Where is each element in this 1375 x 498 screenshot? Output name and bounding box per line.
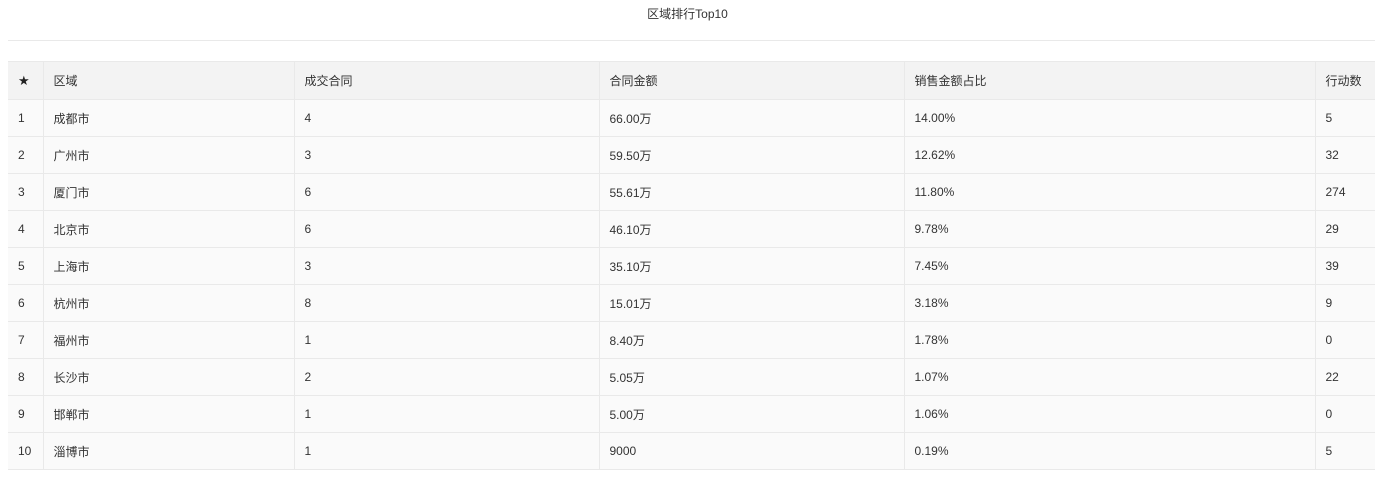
cell-actions: 5 [1315,432,1375,470]
cell-deals: 3 [294,136,600,174]
cell-rank: 1 [8,99,44,137]
cell-actions: 0 [1315,395,1375,433]
cell-deals: 2 [294,358,600,396]
table-row[interactable]: 3 厦门市 6 55.61万 11.80% 274 [8,173,1375,211]
header-region[interactable]: 区域 [43,61,295,100]
table-header: ★ 区域 成交合同 合同金额 销售金额占比 行动数 [8,61,1375,100]
cell-share: 0.19% [904,432,1316,470]
cell-rank: 2 [8,136,44,174]
cell-amount: 59.50万 [599,136,905,174]
table-row[interactable]: 8 长沙市 2 5.05万 1.07% 22 [8,358,1375,396]
header-actions[interactable]: 行动数 [1315,61,1375,100]
table-row[interactable]: 4 北京市 6 46.10万 9.78% 29 [8,210,1375,248]
cell-deals: 6 [294,210,600,248]
cell-deals: 6 [294,173,600,211]
cell-deals: 1 [294,432,600,470]
table-row[interactable]: 7 福州市 1 8.40万 1.78% 0 [8,321,1375,359]
cell-region: 北京市 [43,210,295,248]
cell-region: 福州市 [43,321,295,359]
cell-amount: 55.61万 [599,173,905,211]
cell-region: 成都市 [43,99,295,137]
cell-actions: 29 [1315,210,1375,248]
header-row: ★ 区域 成交合同 合同金额 销售金额占比 行动数 [8,61,1375,100]
cell-rank: 3 [8,173,44,211]
table-row[interactable]: 2 广州市 3 59.50万 12.62% 32 [8,136,1375,174]
cell-region: 长沙市 [43,358,295,396]
cell-region: 杭州市 [43,284,295,322]
cell-actions: 9 [1315,284,1375,322]
region-ranking-table: ★ 区域 成交合同 合同金额 销售金额占比 行动数 1 成都市 4 66.00万… [8,61,1375,470]
cell-region: 广州市 [43,136,295,174]
title-divider [8,40,1375,41]
cell-amount: 8.40万 [599,321,905,359]
cell-amount: 46.10万 [599,210,905,248]
cell-rank: 6 [8,284,44,322]
cell-share: 9.78% [904,210,1316,248]
header-rank: ★ [8,61,44,100]
table-row[interactable]: 6 杭州市 8 15.01万 3.18% 9 [8,284,1375,322]
star-icon: ★ [18,72,30,88]
cell-region: 淄博市 [43,432,295,470]
cell-rank: 9 [8,395,44,433]
table-body: 1 成都市 4 66.00万 14.00% 5 2 广州市 3 59.50万 1… [8,99,1375,470]
cell-actions: 32 [1315,136,1375,174]
header-deals[interactable]: 成交合同 [294,61,600,100]
cell-region: 厦门市 [43,173,295,211]
cell-rank: 10 [8,432,44,470]
cell-share: 3.18% [904,284,1316,322]
cell-actions: 5 [1315,99,1375,137]
cell-share: 1.78% [904,321,1316,359]
cell-amount: 9000 [599,432,905,470]
table-row[interactable]: 9 邯郸市 1 5.00万 1.06% 0 [8,395,1375,433]
cell-actions: 274 [1315,173,1375,211]
cell-deals: 8 [294,284,600,322]
cell-deals: 1 [294,395,600,433]
cell-rank: 7 [8,321,44,359]
cell-share: 14.00% [904,99,1316,137]
table-row[interactable]: 5 上海市 3 35.10万 7.45% 39 [8,247,1375,285]
cell-share: 1.07% [904,358,1316,396]
cell-region: 上海市 [43,247,295,285]
page-title: 区域排行Top10 [647,7,728,21]
cell-share: 1.06% [904,395,1316,433]
cell-region: 邯郸市 [43,395,295,433]
cell-deals: 1 [294,321,600,359]
table-row[interactable]: 10 淄博市 1 9000 0.19% 5 [8,432,1375,470]
cell-rank: 5 [8,247,44,285]
cell-share: 7.45% [904,247,1316,285]
cell-amount: 15.01万 [599,284,905,322]
cell-actions: 39 [1315,247,1375,285]
cell-actions: 0 [1315,321,1375,359]
table-row[interactable]: 1 成都市 4 66.00万 14.00% 5 [8,99,1375,137]
cell-rank: 4 [8,210,44,248]
cell-amount: 35.10万 [599,247,905,285]
cell-actions: 22 [1315,358,1375,396]
cell-amount: 5.05万 [599,358,905,396]
cell-deals: 3 [294,247,600,285]
header-amount[interactable]: 合同金额 [599,61,905,100]
cell-amount: 5.00万 [599,395,905,433]
header-share[interactable]: 销售金额占比 [904,61,1316,100]
cell-deals: 4 [294,99,600,137]
cell-rank: 8 [8,358,44,396]
cell-share: 11.80% [904,173,1316,211]
cell-amount: 66.00万 [599,99,905,137]
cell-share: 12.62% [904,136,1316,174]
